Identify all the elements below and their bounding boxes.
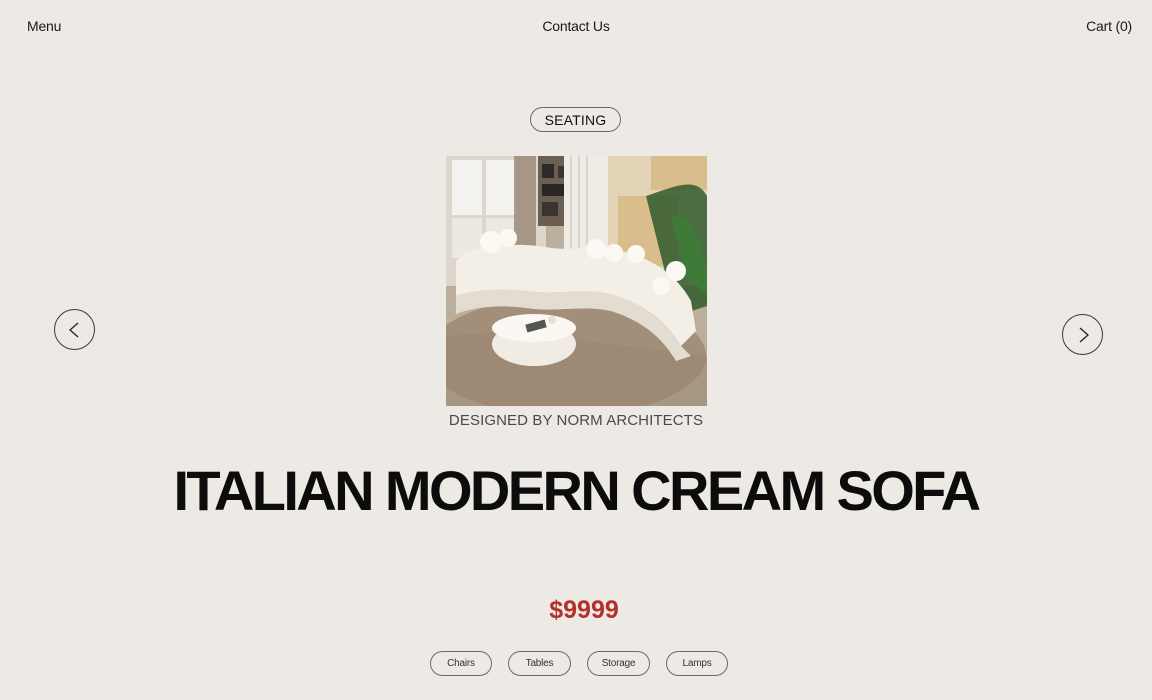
product-price: $9999 (549, 596, 619, 624)
filter-chairs[interactable]: Chairs (430, 651, 492, 676)
contact-us-link[interactable]: Contact Us (542, 18, 609, 34)
menu-link[interactable]: Menu (27, 17, 61, 35)
chevron-left-icon (68, 322, 78, 337)
chevron-right-icon (1079, 327, 1089, 342)
previous-product-button[interactable] (54, 309, 95, 350)
cart-link[interactable]: Cart (0) (1086, 17, 1132, 35)
filter-tables[interactable]: Tables (508, 651, 571, 676)
category-badge[interactable]: SEATING (530, 107, 621, 132)
designer-credit: DESIGNED BY NORM ARCHITECTS (448, 412, 704, 429)
filter-lamps[interactable]: Lamps (666, 651, 728, 676)
product-image (446, 156, 707, 406)
next-product-button[interactable] (1062, 314, 1103, 355)
filter-storage[interactable]: Storage (587, 651, 650, 676)
nav-contact-wrapper: Contact Us (0, 17, 1152, 35)
product-title: ITALIAN MODERN CREAM SOFA (173, 459, 981, 522)
